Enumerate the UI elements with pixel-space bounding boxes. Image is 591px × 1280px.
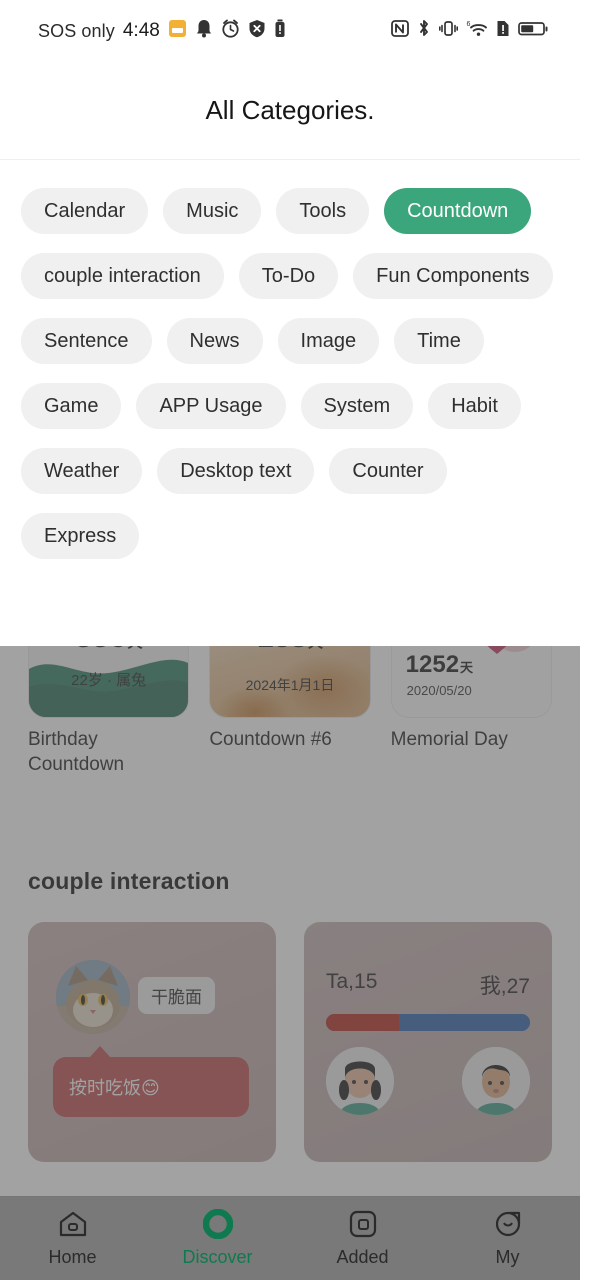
chip-calendar[interactable]: Calendar	[21, 188, 149, 234]
screen-right-gutter	[580, 0, 591, 1280]
chip-counter[interactable]: Counter	[329, 448, 447, 494]
nav-label: My	[495, 1246, 520, 1267]
chip-fun-components[interactable]: Fun Components	[353, 253, 553, 299]
category-chip-list: Calendar Music Tools Countdown couple in…	[0, 160, 580, 559]
chip-time[interactable]: Time	[394, 318, 484, 364]
chip-habit[interactable]: Habit	[428, 383, 521, 429]
chip-system[interactable]: System	[300, 383, 414, 429]
chip-couple-interaction[interactable]: couple interaction	[21, 253, 224, 299]
chip-tools[interactable]: Tools	[276, 188, 370, 234]
chip-news[interactable]: News	[166, 318, 263, 364]
svg-text:6: 6	[467, 21, 471, 28]
chip-express[interactable]: Express	[21, 513, 140, 559]
clock-label: 4:48	[122, 20, 160, 41]
carrier-label: SOS only	[38, 20, 115, 41]
discover-icon	[202, 1208, 233, 1239]
chip-desktop-text[interactable]: Desktop text	[157, 448, 315, 494]
alarm-icon	[221, 19, 240, 43]
nav-item-my[interactable]: My	[435, 1196, 580, 1280]
status-bar: SOS only 4:48 6	[0, 0, 580, 62]
page-title: All Categories.	[0, 62, 580, 160]
note-icon	[168, 19, 187, 43]
chip-game[interactable]: Game	[21, 383, 122, 429]
status-bar-left: SOS only 4:48	[38, 19, 286, 43]
added-square-icon	[348, 1209, 378, 1239]
chip-countdown[interactable]: Countdown	[384, 188, 532, 234]
my-profile-icon	[493, 1209, 523, 1239]
shield-x-icon	[248, 19, 266, 43]
chip-weather[interactable]: Weather	[21, 448, 143, 494]
app-screen: 356天 22岁 · 属兔 Birthday Countdown 188天 20…	[0, 0, 591, 1280]
chip-music[interactable]: Music	[163, 188, 262, 234]
home-icon	[58, 1209, 88, 1239]
nav-item-home[interactable]: Home	[0, 1196, 145, 1280]
chip-to-do[interactable]: To-Do	[238, 253, 339, 299]
battery-saver-icon	[274, 19, 286, 43]
nfc-icon	[391, 19, 409, 43]
vibrate-icon	[439, 19, 458, 43]
chip-sentence[interactable]: Sentence	[21, 318, 152, 364]
bottom-navigation-bar: Home Discover Added My	[0, 1196, 580, 1280]
nav-label: Added	[336, 1246, 389, 1267]
nav-item-added[interactable]: Added	[290, 1196, 435, 1280]
all-categories-sheet: All Categories. Calendar Music Tools Cou…	[0, 62, 580, 646]
nav-label: Home	[48, 1246, 97, 1267]
bluetooth-icon	[417, 19, 431, 43]
nav-label: Discover	[182, 1246, 253, 1267]
chip-app-usage[interactable]: APP Usage	[136, 383, 286, 429]
status-bar-right: 6	[391, 19, 548, 43]
sim-alert-icon	[496, 19, 510, 43]
wifi-6-icon: 6	[466, 19, 488, 43]
chip-image[interactable]: Image	[277, 318, 380, 364]
nav-item-discover[interactable]: Discover	[145, 1196, 290, 1280]
battery-icon	[518, 19, 548, 43]
bell-icon	[195, 19, 213, 43]
